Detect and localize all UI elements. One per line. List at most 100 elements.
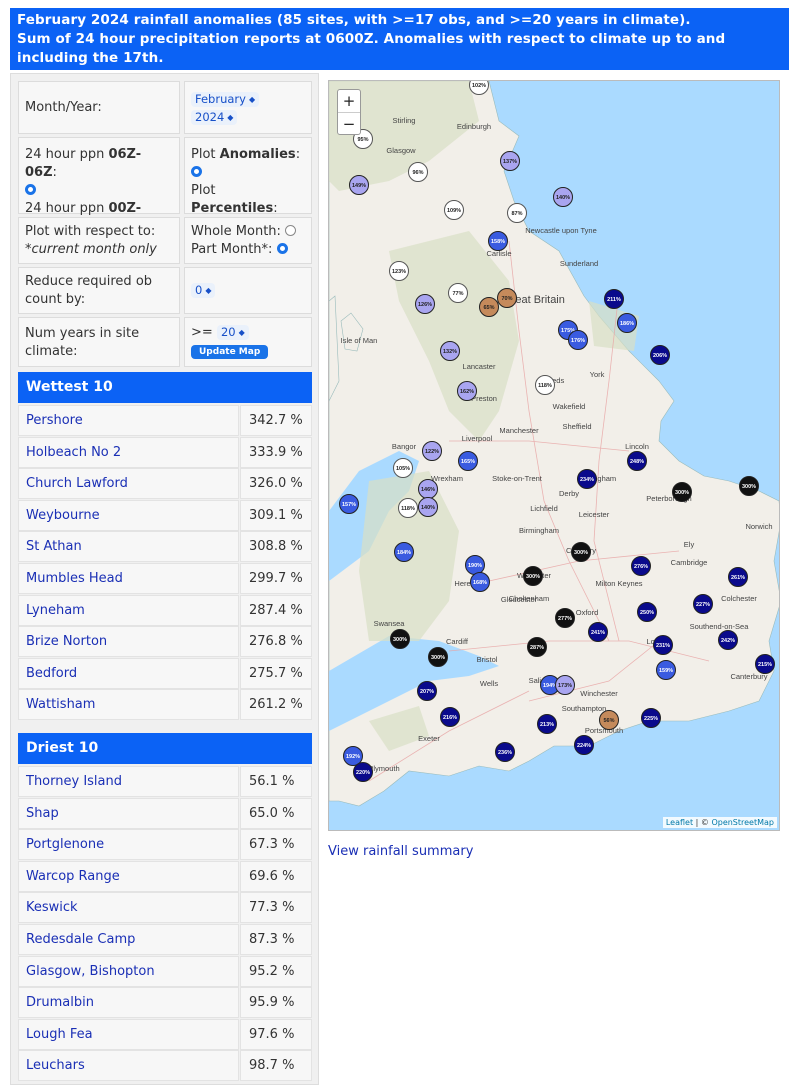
station-marker[interactable]: 87% [507, 203, 527, 223]
station-name-link[interactable]: Redesdale Camp [18, 924, 239, 955]
part-month-radio[interactable] [276, 243, 288, 254]
station-marker[interactable]: 65% [479, 297, 499, 317]
station-name-link[interactable]: Brize Norton [18, 626, 239, 658]
station-marker[interactable]: 242% [718, 630, 738, 650]
station-marker[interactable]: 168% [470, 572, 490, 592]
zoom-in-button[interactable]: + [338, 90, 360, 113]
station-marker[interactable]: 190% [465, 555, 485, 575]
station-marker[interactable]: 105% [393, 458, 413, 478]
station-marker[interactable]: 122% [422, 441, 442, 461]
station-name-link[interactable]: Wattisham [18, 689, 239, 721]
reduce-select[interactable]: 0 ◆ [191, 283, 216, 298]
station-marker[interactable]: 159% [656, 660, 676, 680]
station-marker[interactable]: 300% [739, 476, 759, 496]
station-marker[interactable]: 248% [627, 451, 647, 471]
map-canvas[interactable]: Edinburgh Stirling Glasgow Newcastle upon T… [329, 81, 780, 831]
table-row: St Athan 308.8 % [18, 531, 312, 563]
station-name-link[interactable]: Lough Fea [18, 1018, 239, 1050]
station-name-link[interactable]: Drumalbin [18, 987, 239, 1019]
station-marker[interactable]: 236% [495, 742, 515, 762]
station-marker[interactable]: 77% [448, 283, 468, 303]
year-select[interactable]: 2024 ◆ [191, 110, 238, 125]
station-marker[interactable]: 149% [349, 175, 369, 195]
ppn-06z-radio[interactable] [25, 184, 36, 195]
whole-month-radio[interactable] [285, 225, 297, 236]
station-marker[interactable]: 157% [339, 494, 359, 514]
station-marker[interactable]: 300% [428, 647, 448, 667]
station-name-link[interactable]: Warcop Range [18, 860, 239, 892]
station-name-link[interactable]: Weybourne [18, 499, 239, 531]
station-marker[interactable]: 300% [672, 482, 692, 502]
station-marker[interactable]: 225% [641, 708, 661, 728]
station-marker[interactable]: 184% [394, 542, 414, 562]
station-name-link[interactable]: Thorney Island [18, 766, 239, 797]
station-marker[interactable]: 300% [523, 566, 543, 586]
reduce-select-cell: 0 ◆ [184, 267, 312, 314]
station-marker[interactable]: 118% [398, 498, 418, 518]
station-marker[interactable]: 250% [637, 602, 657, 622]
station-marker[interactable]: 173% [555, 675, 575, 695]
station-marker[interactable]: 211% [604, 289, 624, 309]
station-marker[interactable]: 220% [353, 762, 373, 782]
station-marker[interactable]: 207% [417, 681, 437, 701]
station-marker[interactable]: 300% [390, 629, 410, 649]
station-marker[interactable]: 56% [599, 710, 619, 730]
station-name-link[interactable]: Holbeach No 2 [18, 436, 239, 468]
station-marker[interactable]: 224% [574, 735, 594, 755]
station-marker[interactable]: 132% [440, 341, 460, 361]
update-map-button[interactable]: Update Map [191, 345, 269, 359]
station-marker[interactable]: 70% [497, 288, 517, 308]
station-marker[interactable]: 276% [631, 556, 651, 576]
station-marker[interactable]: 234% [577, 469, 597, 489]
month-select[interactable]: February ◆ [191, 92, 260, 107]
station-marker[interactable]: 227% [693, 594, 713, 614]
station-marker[interactable]: 109% [444, 200, 464, 220]
place-label: Norwich [745, 522, 772, 531]
station-name-link[interactable]: Glasgow, Bishopton [18, 955, 239, 987]
station-marker[interactable]: 146% [418, 479, 438, 499]
station-name-link[interactable]: Mumbles Head [18, 563, 239, 594]
place-label: Bristol [477, 655, 498, 664]
station-marker[interactable]: 300% [571, 542, 591, 562]
zoom-out-button[interactable]: − [338, 113, 360, 136]
station-marker[interactable]: 215% [755, 654, 775, 674]
plot-anomalies-radio[interactable] [191, 166, 202, 177]
station-marker[interactable]: 96% [408, 162, 428, 182]
station-marker[interactable]: 158% [488, 231, 508, 251]
station-name-link[interactable]: Bedford [18, 657, 239, 689]
station-marker[interactable]: 231% [653, 635, 673, 655]
station-marker[interactable]: 137% [500, 151, 520, 171]
station-name-link[interactable]: Leuchars [18, 1050, 239, 1082]
station-name-link[interactable]: Church Lawford [18, 468, 239, 500]
station-marker[interactable]: 216% [440, 707, 460, 727]
station-marker[interactable]: 118% [535, 375, 555, 395]
num-years-select[interactable]: 20 ◆ [216, 325, 249, 340]
station-marker[interactable]: 241% [588, 622, 608, 642]
station-marker[interactable]: 287% [527, 637, 547, 657]
station-marker[interactable]: 123% [389, 261, 409, 281]
station-marker[interactable]: 140% [553, 187, 573, 207]
station-marker[interactable]: 213% [537, 714, 557, 734]
station-name-link[interactable]: Shap [18, 797, 239, 829]
station-name-link[interactable]: St Athan [18, 531, 239, 563]
station-marker[interactable]: 176% [568, 330, 588, 350]
station-marker[interactable]: 277% [555, 608, 575, 628]
station-marker[interactable]: 140% [418, 497, 438, 517]
station-marker[interactable]: 206% [650, 345, 670, 365]
station-marker[interactable]: 126% [415, 294, 435, 314]
station-marker[interactable]: 186% [617, 313, 637, 333]
month-value: February [195, 92, 246, 106]
station-marker[interactable]: 261% [728, 567, 748, 587]
station-name-link[interactable]: Pershore [18, 405, 239, 436]
station-marker[interactable]: 162% [457, 381, 477, 401]
station-name-link[interactable]: Portglenone [18, 829, 239, 861]
header-line-1: February 2024 rainfall anomalies (85 sit… [17, 12, 691, 28]
rainfall-map[interactable]: Edinburgh Stirling Glasgow Newcastle upon T… [328, 80, 780, 831]
osm-link[interactable]: OpenStreetMap [711, 818, 774, 827]
station-name-link[interactable]: Lyneham [18, 594, 239, 626]
rainfall-summary-link[interactable]: View rainfall summary [328, 844, 473, 859]
station-marker[interactable]: 165% [458, 451, 478, 471]
leaflet-link[interactable]: Leaflet [666, 818, 693, 827]
station-name-link[interactable]: Keswick [18, 892, 239, 924]
anomaly-value: 299.7 % [240, 563, 312, 594]
